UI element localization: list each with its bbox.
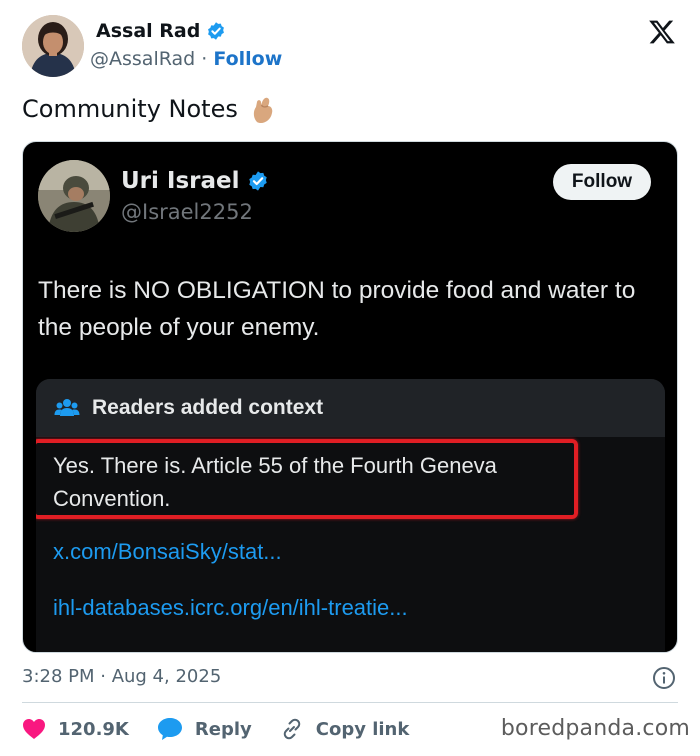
reply-bubble-icon xyxy=(157,718,182,740)
copy-link-label[interactable]: Copy link xyxy=(316,719,410,740)
notes-header: Readers added context xyxy=(36,379,665,437)
heart-icon xyxy=(23,719,45,739)
note-source-link[interactable]: ihl-databases.icrc.org/en/ihl-treatie... xyxy=(53,595,408,621)
author-meta: @AssalRad · Follow xyxy=(90,48,282,70)
author-avatar[interactable] xyxy=(22,15,84,77)
quoted-author-name-text[interactable]: Uri Israel xyxy=(121,168,240,194)
notes-header-label: Readers added context xyxy=(92,396,324,419)
link-icon xyxy=(283,718,301,740)
footer-divider xyxy=(22,702,678,703)
quoted-screenshot-card[interactable]: Uri Israel @Israel2252 Follow There is N… xyxy=(22,141,678,653)
notes-body: Yes. There is. Article 55 of the Fourth … xyxy=(36,437,665,652)
reply-button[interactable]: Reply xyxy=(157,717,252,741)
action-bar: 120.9K Reply Copy link xyxy=(22,715,437,743)
quoted-follow-button[interactable]: Follow xyxy=(553,164,651,200)
reply-label[interactable]: Reply xyxy=(195,719,252,740)
quoted-author-avatar[interactable] xyxy=(38,160,110,232)
pinching-hand-icon xyxy=(253,97,273,123)
verified-badge-icon xyxy=(248,171,267,191)
note-source-link[interactable]: x.com/BonsaiSky/stat... xyxy=(53,539,282,565)
note-text: Yes. There is. Article 55 of the Fourth … xyxy=(53,453,497,511)
timestamp[interactable]: 3:28 PM · Aug 4, 2025 xyxy=(22,666,221,687)
author-name-text[interactable]: Assal Rad xyxy=(96,20,200,42)
x-logo-icon[interactable] xyxy=(648,18,676,46)
author-name[interactable]: Assal Rad xyxy=(96,20,226,42)
people-icon xyxy=(54,399,80,416)
tweet-text-content: Community Notes xyxy=(22,95,238,123)
follow-link[interactable]: Follow xyxy=(213,48,282,70)
verified-badge-icon xyxy=(208,22,225,40)
boredpanda-watermark: boredpanda.com xyxy=(500,716,690,741)
author-handle[interactable]: @AssalRad xyxy=(90,48,195,70)
like-button[interactable]: 120.9K xyxy=(22,718,129,740)
quoted-author-name[interactable]: Uri Israel xyxy=(121,168,269,194)
like-count[interactable]: 120.9K xyxy=(58,719,129,740)
tweet-text: Community Notes xyxy=(22,94,278,124)
copy-link-button[interactable]: Copy link xyxy=(280,717,410,741)
quoted-author-handle[interactable]: @Israel2252 xyxy=(121,200,253,224)
meta-separator: · xyxy=(201,48,208,70)
quoted-tweet-text: There is NO OBLIGATION to provide food a… xyxy=(38,277,636,341)
community-notes-box: Readers added context Yes. There is. Art… xyxy=(36,379,665,652)
info-icon[interactable] xyxy=(652,666,676,690)
